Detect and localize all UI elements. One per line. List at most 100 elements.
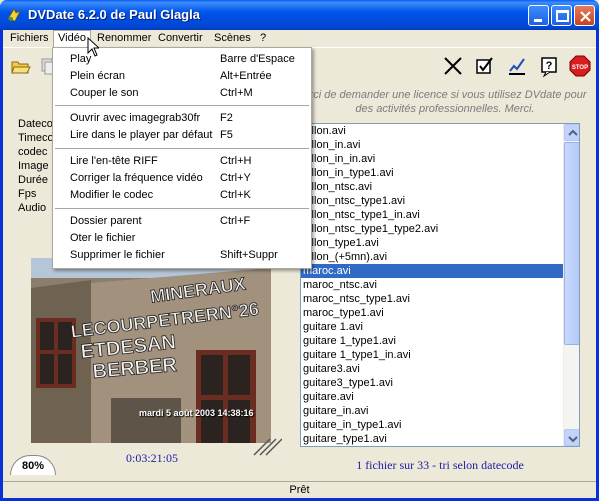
menu-separator — [55, 208, 309, 209]
menu-item-label: Plein écran — [70, 70, 126, 82]
stop-button[interactable]: STOP — [568, 54, 592, 78]
menu-item-riff-header[interactable]: Lire l'en-tête RIFF Ctrl+H — [53, 153, 311, 170]
minimize-icon — [534, 19, 542, 22]
menu-item-label: Oter le fichier — [70, 232, 136, 244]
file-list[interactable]: aillon.avi aillon_in.avi aillon_in_in.avi a… — [300, 123, 580, 447]
menu-item-label: Dossier parent — [70, 215, 142, 227]
menu-item-label: Couper le son — [70, 87, 139, 99]
mouse-cursor-icon — [87, 37, 99, 57]
menu-help[interactable]: ? — [255, 30, 271, 48]
menu-item-shortcut: Barre d'Espace — [220, 53, 295, 65]
open-folder-icon — [11, 61, 31, 74]
file-list-item[interactable]: guitare3.avi — [301, 362, 579, 376]
cross-tool-button[interactable] — [441, 54, 465, 78]
info-label-image: Image — [18, 160, 49, 172]
menu-item-default-player[interactable]: Lire dans le player par défaut F5 — [53, 127, 311, 144]
file-list-item[interactable]: maroc_ntsc_type1.avi — [301, 292, 579, 306]
file-list-item[interactable]: aillon_type1.avi — [301, 236, 579, 250]
menu-item-plein-ecran[interactable]: Plein écran Alt+Entrée — [53, 68, 311, 85]
file-list-item[interactable]: guitare.avi — [301, 390, 579, 404]
title-bar[interactable]: DVDate 6.2.0 de Paul Glagla — [0, 0, 599, 30]
file-list-item[interactable]: guitare_in.avi — [301, 404, 579, 418]
license-notice: erci de demander une licence si vous uti… — [303, 89, 587, 115]
maximize-button[interactable] — [551, 5, 572, 26]
file-list-item[interactable]: aillon_(+5mn).avi — [301, 250, 579, 264]
menu-item-label: Supprimer le fichier — [70, 249, 165, 261]
file-list-item[interactable]: guitare 1_type1.avi — [301, 334, 579, 348]
file-list-item[interactable]: aillon_in_in.avi — [301, 152, 579, 166]
file-list-item[interactable]: maroc_type1.avi — [301, 306, 579, 320]
menu-item-shortcut: Ctrl+K — [220, 189, 251, 201]
file-count-summary: 1 fichier sur 33 - tri selon datecode — [356, 458, 524, 472]
status-bar: Prêt — [3, 481, 596, 498]
file-list-item[interactable]: aillon_ntsc_type1.avi — [301, 194, 579, 208]
menu-item-delete-file[interactable]: Supprimer le fichier Shift+Suppr — [53, 247, 311, 264]
file-list-item[interactable]: aillon.avi — [301, 124, 579, 138]
scroll-up-button[interactable] — [564, 124, 579, 141]
menu-item-label: Modifier le codec — [70, 189, 154, 201]
info-label-codec: codec — [18, 146, 48, 158]
menu-item-imagegrab[interactable]: Ouvrir avec imagegrab30fr F2 — [53, 110, 311, 127]
close-icon — [580, 11, 591, 22]
file-list-item[interactable]: guitare 1.avi — [301, 320, 579, 334]
cross-tool-icon — [444, 57, 462, 75]
info-label-datecode: Dateco — [18, 118, 53, 130]
menu-fichiers[interactable]: Fichiers — [5, 30, 54, 48]
menu-item-parent-folder[interactable]: Dossier parent Ctrl+F — [53, 213, 311, 230]
video-preview[interactable]: MINERAUX LECOURPETRERN°26 ETDESAN BERBER… — [31, 258, 271, 443]
file-list-item[interactable]: guitare3_type1.avi — [301, 376, 579, 390]
menu-item-shortcut: Ctrl+F — [220, 215, 251, 227]
file-list-item[interactable]: aillon_ntsc_type1_in.avi — [301, 208, 579, 222]
file-list-item[interactable]: maroc_ntsc.avi — [301, 278, 579, 292]
chevron-down-icon — [568, 436, 578, 443]
menu-item-modify-codec[interactable]: Modifier le codec Ctrl+K — [53, 187, 311, 204]
menu-separator — [55, 105, 309, 106]
info-label-audio: Audio — [18, 202, 47, 214]
help-icon: ? — [541, 57, 557, 78]
menu-item-remove-file[interactable]: Oter le fichier — [53, 230, 311, 247]
file-list-item[interactable]: aillon_ntsc.avi — [301, 180, 579, 194]
scroll-down-button[interactable] — [564, 429, 579, 446]
check-icon — [476, 57, 493, 74]
video-menu-dropdown: Play Barre d'Espace Plein écran Alt+Entrée… — [52, 47, 312, 269]
menu-item-couper-son[interactable]: Couper le son Ctrl+M — [53, 85, 311, 102]
check-button[interactable] — [473, 54, 497, 78]
info-label-duree: Durée — [18, 174, 48, 186]
menu-item-shortcut: F2 — [220, 112, 233, 124]
minimize-button[interactable] — [528, 5, 549, 26]
close-button[interactable] — [574, 5, 595, 26]
menu-item-shortcut: Ctrl+H — [220, 155, 252, 167]
menu-renommer[interactable]: Renommer — [92, 30, 156, 48]
menu-item-shortcut: F5 — [220, 129, 233, 141]
menu-item-shortcut: Ctrl+M — [220, 87, 253, 99]
svg-text:STOP: STOP — [572, 65, 588, 71]
file-list-item[interactable]: aillon_in_type1.avi — [301, 166, 579, 180]
status-text: Prêt — [289, 484, 310, 496]
help-button[interactable]: ? — [537, 54, 561, 78]
info-labels: Dateco Timeco codec Image Durée Fps Audi… — [18, 117, 54, 215]
photo-date-overlay: mardi 5 août 2003 14:38:16 — [139, 408, 254, 418]
menu-scenes[interactable]: Scènes — [209, 30, 256, 48]
file-list-item[interactable]: guitare 1_type1_in.avi — [301, 348, 579, 362]
file-list-item[interactable]: aillon_ntsc_type1_type2.avi — [301, 222, 579, 236]
file-rows: aillon.avi aillon_in.avi aillon_in_in.avi a… — [301, 124, 579, 446]
menu-convertir[interactable]: Convertir — [153, 30, 208, 48]
file-list-item[interactable]: aillon_in.avi — [301, 138, 579, 152]
scroll-thumb[interactable] — [564, 142, 579, 345]
chart-check-button[interactable] — [505, 54, 529, 78]
chart-check-icon — [509, 58, 525, 75]
menu-video[interactable]: Vidéo — [53, 30, 91, 48]
file-list-scrollbar[interactable] — [563, 124, 579, 446]
resize-hatch-icon — [253, 438, 282, 456]
maximize-icon — [556, 10, 569, 22]
window-title: DVDate 6.2.0 de Paul Glagla — [28, 7, 200, 22]
menu-item-fix-framerate[interactable]: Corriger la fréquence vidéo Ctrl+Y — [53, 170, 311, 187]
file-list-item[interactable]: guitare_in_type1.avi — [301, 418, 579, 432]
open-folder-button[interactable] — [9, 54, 33, 78]
info-label-timecode: Timeco — [18, 132, 54, 144]
dvdate-app-icon — [7, 8, 21, 22]
menu-item-shortcut: Ctrl+Y — [220, 172, 251, 184]
info-label-fps: Fps — [18, 188, 37, 200]
file-list-item[interactable]: maroc.avi — [301, 264, 579, 278]
file-list-item[interactable]: guitare_type1.avi — [301, 432, 579, 446]
